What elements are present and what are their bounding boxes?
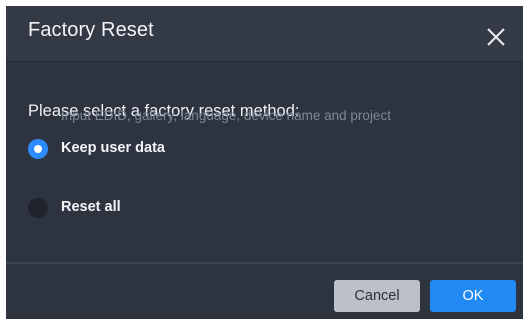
footer-divider	[6, 262, 523, 264]
radio-selected-icon[interactable]	[28, 139, 48, 159]
radio-label-reset-all: Reset all	[61, 199, 121, 215]
radio-label-keep-user-data: Keep user data	[61, 140, 165, 156]
keep-user-data-description: Input EDID, gallery, language, device na…	[61, 108, 391, 123]
dialog-body: Please select a factory reset method: Ke…	[6, 62, 523, 262]
dialog-title: Factory Reset	[28, 19, 154, 41]
close-icon[interactable]	[485, 26, 507, 48]
cancel-button[interactable]: Cancel	[334, 280, 420, 312]
radio-unselected-icon[interactable]	[28, 198, 48, 218]
factory-reset-dialog: Factory Reset Please select a factory re…	[6, 6, 523, 319]
ok-button[interactable]: OK	[430, 280, 516, 312]
dialog-header: Factory Reset	[6, 6, 523, 62]
